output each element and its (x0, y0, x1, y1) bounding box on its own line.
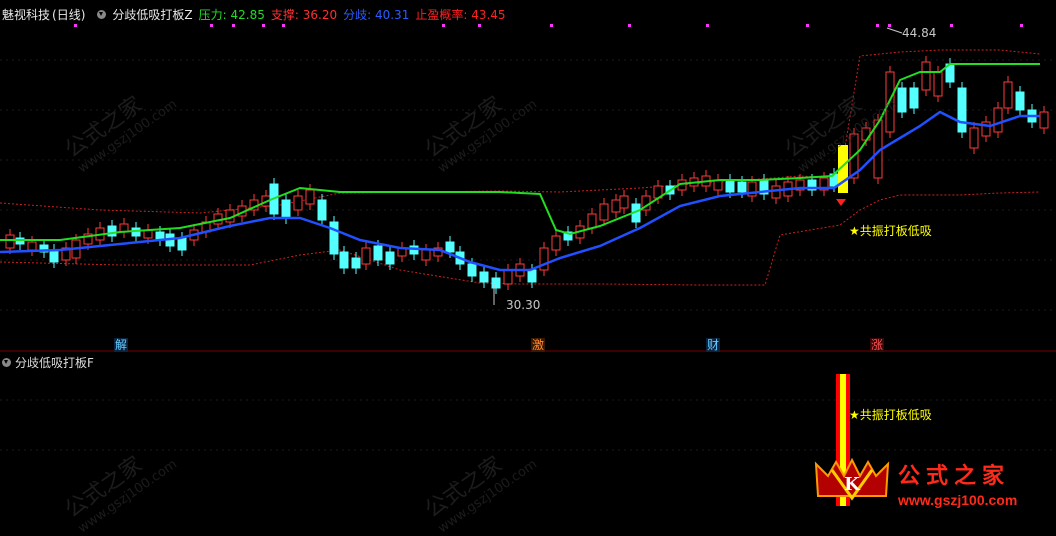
chart-header: 魅视科技 (日线) 分歧低吸打板Z 压力: 42.85 支撑: 36.20 分歧… (2, 6, 506, 22)
candle-body (619, 195, 629, 209)
candle-body (933, 71, 943, 97)
pressure-label: 压力: (198, 7, 227, 22)
indicator-menu-icon[interactable] (97, 9, 107, 19)
marker-dot (550, 24, 553, 27)
candle-body (329, 221, 339, 255)
main-signal-label: ★共振打板低吸 (849, 224, 932, 238)
candle-body (957, 87, 967, 133)
indicator-name[interactable]: 分歧低吸打板Z (112, 6, 192, 23)
marker-dot (282, 24, 285, 27)
candle-body (177, 237, 187, 251)
logo-badge-icon: K (814, 457, 890, 501)
site-logo: K 公式之家 www.gszj100.com (812, 452, 1052, 514)
pressure-value: 42.85 (230, 7, 265, 22)
signal-gem-icon (836, 199, 846, 206)
candle-body (467, 263, 477, 277)
high-price-label: 44.84 (902, 26, 937, 40)
candle-body (339, 251, 349, 269)
candle-body (479, 271, 489, 283)
candle-body (5, 234, 15, 249)
marker-dot (806, 24, 809, 27)
takeprofit-value: 43.45 (471, 7, 506, 22)
candle-body (1015, 91, 1025, 111)
candle-body (771, 185, 781, 199)
takeprofit-label: 止盈概率: (415, 7, 468, 22)
event-tag-limit-up[interactable]: 涨 (870, 338, 884, 352)
candle-body (611, 199, 621, 213)
takeprofit-readout: 止盈概率: 43.45 (415, 6, 505, 23)
candle-body (373, 245, 383, 261)
marker-dot (442, 24, 445, 27)
marker-dot (478, 24, 481, 27)
candle-body (351, 257, 361, 269)
candle-body (421, 249, 431, 261)
logo-text: 公式之家 (898, 463, 1011, 489)
sub-indicator-menu-icon[interactable] (2, 358, 11, 367)
candle-body (587, 213, 597, 229)
candle-body (49, 249, 59, 263)
event-tag-incentive[interactable]: 激 (531, 338, 545, 352)
candle-body (281, 199, 291, 219)
candle-body (527, 269, 537, 283)
candle-body (107, 225, 117, 237)
candle-body (909, 87, 919, 109)
candle-body (305, 189, 315, 205)
candle-body (491, 277, 501, 289)
marker-dot (1020, 24, 1023, 27)
support-value: 36.20 (302, 7, 338, 22)
candle-body (713, 179, 723, 191)
sub-panel-header: 分歧低吸打板F (2, 354, 94, 371)
candle-body (599, 203, 609, 221)
period-label: (日线) (52, 7, 86, 22)
marker-dot (232, 24, 235, 27)
candle-body (1039, 111, 1049, 129)
candle-body (921, 61, 931, 91)
stock-name: 魅视科技 (2, 7, 51, 22)
marker-dot (706, 24, 709, 27)
candle-body (385, 251, 395, 265)
marker-dot (876, 24, 879, 27)
event-tag-finance[interactable]: 财 (706, 338, 720, 352)
high-leader-line (886, 27, 903, 34)
support-readout: 支撑: 36.20 (271, 6, 337, 23)
divergence-readout: 分歧: 40.31 (343, 6, 409, 23)
candle-body (1003, 81, 1013, 109)
marker-dot (950, 24, 953, 27)
marker-dot (74, 24, 77, 27)
low-price-label: 30.30 (506, 298, 541, 312)
event-tag-unlock[interactable]: 解 (114, 338, 128, 352)
candle-body (725, 179, 735, 193)
marker-dot (210, 24, 213, 27)
divergence-label: 分歧: (343, 7, 372, 22)
marker-dot (888, 24, 891, 27)
candle-body (503, 269, 513, 285)
candle-body (445, 241, 455, 253)
candle-body (737, 181, 747, 193)
candle-body (293, 195, 303, 211)
divergence-value: 40.31 (374, 7, 410, 22)
candle-body (993, 107, 1003, 133)
pressure-readout: 压力: 42.85 (199, 6, 265, 23)
candle-body (317, 199, 327, 221)
svg-text:K: K (844, 474, 861, 495)
marker-dot (628, 24, 631, 27)
support-label: 支撑: (270, 7, 299, 22)
candle-body (361, 247, 371, 265)
candle-body (969, 127, 979, 149)
sub-signal-label: ★共振打板低吸 (849, 408, 932, 422)
candle-body (551, 235, 561, 251)
candle-body (27, 241, 37, 251)
sub-indicator-name[interactable]: 分歧低吸打板F (15, 354, 94, 371)
logo-url: www.gszj100.com (898, 492, 1018, 508)
marker-dot (262, 24, 265, 27)
